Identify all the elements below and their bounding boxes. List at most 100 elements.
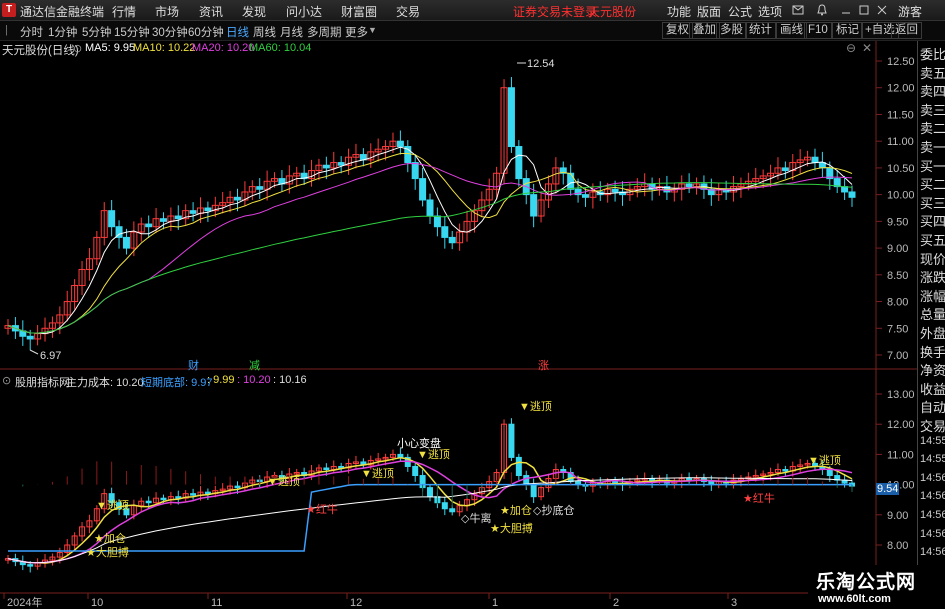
quote-label: 买四 [920,214,945,230]
tool-biaoji[interactable]: 标记 [832,22,863,39]
x-tick-label: 11 [211,597,222,609]
main-tick-label: 8.50 [887,270,908,282]
annotation-dadanbo-1: ★大胆搏 [86,547,129,559]
sub-candle-body [612,481,619,484]
close-icon[interactable] [876,4,888,16]
bell-icon[interactable] [816,4,828,16]
main-tick-label: 9.50 [887,216,908,228]
marker-zhang: 涨 [538,360,549,372]
period-5min[interactable]: 5分钟 [82,24,111,40]
kline-chart[interactable]: 12.50 12.00 11.50 11.00 10.50 10.00 9.50 9.00 8.… [0,41,945,609]
minimize-icon[interactable] [840,4,852,16]
menu-jiaoyi[interactable]: 交易 [396,3,420,20]
stock-name-title: 天元股份 [588,5,637,19]
quote-label: 14:56 [920,546,945,559]
quote-label: 14:56 [920,509,945,521]
sub-candle-body [782,469,789,472]
annotation-niuli: ◇牛离 [461,513,492,525]
annotation-hongniu-1: ★红牛 [306,504,338,516]
quote-label: 委比 [920,47,945,62]
candle-body [530,194,538,217]
menu-zixun[interactable]: 资讯 [199,3,223,20]
sub-settings-icon[interactable]: ⊙ [2,374,11,387]
menu-faxian[interactable]: 发现 [242,3,266,20]
annotation-hongniu-2: ★红牛 [743,493,775,505]
app-title: 通达信金融终端 [20,5,105,19]
tool-f10[interactable]: F10 [804,22,832,39]
candle-body [433,215,441,228]
sub-tick-label: 11.00 [887,449,914,461]
sub-candle-body [441,502,448,510]
period-1min[interactable]: 1分钟 [48,24,77,40]
quote-label: 买二 [920,177,945,193]
guest-label[interactable]: 游客 [898,3,922,20]
sub-candle-body [449,508,456,513]
settings-icon[interactable]: ⊙ [73,42,82,55]
candle-body [515,146,523,180]
annotation-taoding-5: ▼逃顶 [96,500,129,512]
tool-tongji[interactable]: 统计 [745,22,776,39]
period-60min[interactable]: 60分钟 [188,24,224,40]
candle-body [256,186,264,190]
main-tick-label: 7.50 [887,323,908,335]
login-notice[interactable]: 证券交易未登录 [513,3,597,20]
tool-huaxian[interactable]: 画线 [776,22,807,39]
period-week[interactable]: 周线 [253,24,276,40]
main-tick-label: 9.00 [887,243,908,255]
menu-gongneng[interactable]: 功能 [667,3,691,20]
x-tick-label: 10 [91,597,103,609]
candle-body [189,210,197,214]
x-tick-label: 2024年 [7,595,42,609]
sub-value-2: : 10.20 [237,374,271,386]
sub-panel-title: 股朋指标网 [15,377,70,389]
message-icon[interactable] [792,5,804,16]
period-more[interactable]: 更多 [345,24,368,40]
period-fenshi[interactable]: 分时 [20,24,43,40]
sub-candle-body [523,475,530,486]
candle-body [122,236,130,249]
quote-label: 涨幅 [920,288,945,304]
ma5-line [7,146,853,335]
watermark-title: 乐淘公式网 [816,572,917,593]
menu-xuanxiang[interactable]: 选项 [758,3,782,20]
sub-candle-body [204,491,211,495]
tool-duogu[interactable]: 多股 [716,22,747,39]
sub-candle-body [826,469,833,477]
menu-wenxiaoda[interactable]: 问小达 [286,3,322,20]
zoom-out-icon[interactable]: ⊖ [846,41,856,55]
watermark-url: www.60lt.com [818,593,891,605]
bottom-label: 短期底部: 9.97 [141,377,213,389]
candle-body [685,183,693,188]
annotation-chaodicang: ◇抄底仓 [533,505,575,517]
ma60-label: MA60: 10.04 [249,42,312,54]
sub-candle-body [530,484,537,498]
sub-candle-body [160,497,167,501]
period-15min[interactable]: 15分钟 [114,24,150,40]
period-month[interactable]: 月线 [280,24,303,40]
period-multi[interactable]: 多周期 [307,24,342,40]
quote-label: 卖二 [920,121,945,137]
candle-body [26,335,34,340]
main-tick-label: 11.00 [887,136,914,148]
menu-gongshi[interactable]: 公式 [728,3,752,20]
chevron-down-icon[interactable]: ▼ [368,25,377,35]
annotation-taoding-6: ▼逃顶 [808,455,841,467]
candle-body [426,199,434,217]
maximize-icon[interactable] [858,4,870,16]
annotation-taoding-1: ▼逃顶 [519,401,552,413]
x-tick-label: 3 [731,597,737,609]
tool-fanhui[interactable]: 返回 [891,22,922,39]
x-tick-label: 2 [613,597,619,609]
candle-body [337,162,345,166]
quote-label: 买三 [920,195,945,211]
close-panel-icon[interactable]: ✕ [862,41,872,55]
period-day[interactable]: 日线 [226,24,249,40]
menu-banmian[interactable]: 版面 [697,3,721,20]
menu-caifuquan[interactable]: 财富圈 [341,3,377,20]
quote-label: 买一 [920,158,945,174]
annotation-dadanbo-2: ★大胆搏 [490,523,533,535]
period-30min[interactable]: 30分钟 [152,24,188,40]
sub-candle-body [515,456,522,477]
menu-hangqing[interactable]: 行情 [112,3,136,20]
menu-shichang[interactable]: 市场 [155,3,179,20]
